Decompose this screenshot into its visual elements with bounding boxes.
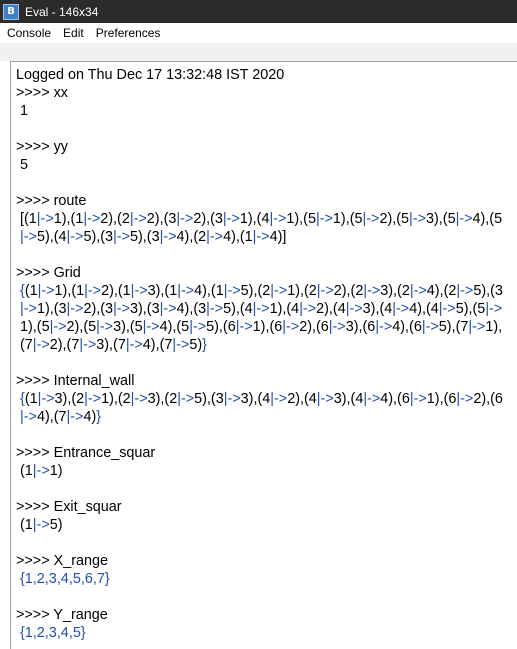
window-title: Eval - 146x34 [25, 4, 99, 19]
command-result: {1,2,3,4,5,6,7} [20, 571, 110, 587]
console-entry: >>>> yy 5 [16, 138, 503, 174]
command-prompt: >>>> X_range [16, 553, 109, 569]
command-result: (1|->1) [20, 463, 63, 479]
command-result: {(1|->3),(2|->1),(2|->3),(2|->5),(3|->3)… [20, 391, 503, 425]
command-prompt: >>>> Grid [16, 265, 81, 281]
command-result: {1,2,3,4,5} [20, 625, 86, 641]
console-output[interactable]: Logged on Thu Dec 17 13:32:48 IST 2020 >… [10, 61, 517, 649]
command-prompt: >>>> Exit_squar [16, 499, 122, 515]
command-result: [(1|->1),(1|->2),(2|->2),(3|->2),(3|->1)… [20, 211, 503, 245]
console-entry: >>>> route [(1|->1),(1|->2),(2|->2),(3|->… [16, 192, 503, 246]
command-prompt: >>>> xx [16, 85, 69, 101]
command-prompt: >>>> Internal_wall [16, 373, 135, 389]
toolbar-gap [0, 43, 517, 61]
command-prompt: >>>> Y_range [16, 607, 108, 623]
command-prompt: >>>> route [16, 193, 87, 209]
command-result: (1|->5) [20, 517, 63, 533]
console-entry: >>>> Grid {(1|->1),(1|->2),(1|->3),(1|->4… [16, 264, 503, 354]
console-entry: >>>> Exit_squar (1|->5) [16, 498, 503, 534]
login-log-line: Logged on Thu Dec 17 13:32:48 IST 2020 [16, 67, 285, 83]
console-entry: >>>> Entrance_squar (1|->1) [16, 444, 503, 480]
menu-preferences[interactable]: Preferences [90, 23, 167, 43]
command-result: {(1|->1),(1|->2),(1|->3),(1|->4),(1|->5)… [20, 283, 503, 353]
console-entries: >>>> xx 1 >>>> yy 5 >>>> route [(1|->1),(1|->… [16, 84, 503, 642]
menu-console[interactable]: Console [0, 23, 57, 43]
console-entry: >>>> Y_range {1,2,3,4,5} [16, 606, 503, 642]
console-entry: >>>> Internal_wall {(1|->3),(2|->1),(2|->… [16, 372, 503, 426]
menu-bar: Console Edit Preferences [0, 23, 517, 43]
title-bar[interactable]: B Eval - 146x34 [0, 0, 517, 23]
menu-edit[interactable]: Edit [57, 23, 90, 43]
command-result: 5 [20, 157, 29, 173]
command-result: 1 [20, 103, 29, 119]
command-prompt: >>>> Entrance_squar [16, 445, 156, 461]
command-prompt: >>>> yy [16, 139, 69, 155]
console-entry: >>>> xx 1 [16, 84, 503, 120]
console-entry: >>>> X_range {1,2,3,4,5,6,7} [16, 552, 503, 588]
app-logo-icon: B [3, 3, 19, 20]
